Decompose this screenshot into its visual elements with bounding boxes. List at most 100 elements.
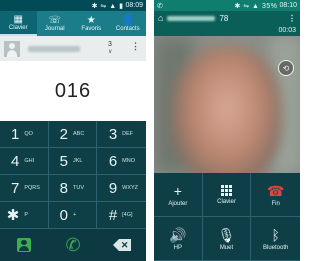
status-bar: ✆ ✱ ⇋ ▲ 35% 08:10 [154, 0, 300, 11]
status-icons: ✱ ⇋ ▲ 35% [234, 2, 277, 10]
more-options-icon[interactable]: ⋮ [131, 41, 140, 52]
key-8[interactable]: 8 TUV [48, 175, 98, 202]
key-digit: # [108, 206, 118, 224]
key-6[interactable]: 6 MNO [97, 148, 146, 175]
button-label: Muet [219, 244, 234, 251]
key-letters: TUV [72, 185, 84, 191]
call-indicator-icon: ✆ [157, 2, 163, 10]
status-bar: ✱ ⇋ ▲ ▮ 08:09 [0, 0, 146, 11]
key-3[interactable]: 3 DEF [97, 121, 146, 148]
end-call-icon: ☎ [266, 182, 285, 199]
home-icon: ⌂ [158, 13, 164, 23]
caller-header: ⌂ 78 ⋮ [154, 11, 300, 25]
button-label: Clavier [217, 198, 236, 205]
key-digit: 8 [59, 179, 68, 197]
mute-button[interactable]: 🎙 Muet [202, 217, 252, 261]
bluetooth-button[interactable]: ᛒ Bluetooth [251, 217, 300, 261]
delete-button[interactable]: ✕ [97, 229, 146, 261]
video-feed: ⟲ [154, 36, 300, 173]
key-letters: JKL [72, 158, 83, 164]
key-letters: ABC [72, 131, 85, 137]
caller-number-suffix: 78 [219, 13, 229, 23]
more-options-icon[interactable]: ⋮ [288, 14, 296, 23]
key-digit: 5 [59, 152, 68, 170]
key-letters: WXYZ [122, 185, 139, 191]
voicemail-icon: QO [24, 131, 33, 137]
redacted-caller-name [167, 15, 216, 21]
key-letters: MNO [122, 158, 135, 164]
add-call-button[interactable]: + Ajouter [154, 173, 203, 217]
button-label: Ajouter [168, 200, 188, 207]
key-5[interactable]: 5 JKL [48, 148, 98, 175]
status-icons: ✱ ⇋ ▲ ▮ [91, 2, 124, 10]
key-digit: 0 [59, 206, 68, 224]
backspace-icon [112, 239, 119, 251]
key-letters: DEF [122, 131, 134, 137]
status-time: 08:10 [279, 2, 297, 9]
tab-label: Journal [44, 26, 65, 32]
key-letters: P [24, 212, 28, 218]
button-label: Fin [271, 200, 280, 207]
key-digit: 7 [10, 179, 20, 197]
match-count: 3 [108, 41, 112, 48]
star-icon: ★ [86, 15, 96, 26]
key-2[interactable]: 2 ABC [48, 121, 98, 148]
keypad-button[interactable]: Clavier [202, 173, 252, 217]
tab-label: Clavier [8, 25, 28, 31]
call-timer: 00:03 [278, 26, 296, 34]
key-letters: PQRS [24, 185, 40, 191]
call-controls: + Ajouter Clavier ☎ Fin 🔊 HP 🎙 Muet ᛒ Bl… [154, 173, 300, 261]
call-button[interactable]: ✆ [49, 229, 98, 261]
button-label: HP [173, 244, 182, 251]
speaker-icon: 🔊 [169, 226, 187, 243]
person-icon: 👤 [121, 15, 134, 26]
timer-row: 00:03 [154, 25, 300, 35]
key-7[interactable]: 7 PQRS [0, 175, 49, 202]
key-star[interactable]: ✱ P [0, 202, 49, 229]
key-letters: + [72, 212, 77, 218]
blurred-face [172, 46, 282, 173]
bluetooth-icon: ᛒ [271, 226, 280, 243]
key-digit: 6 [108, 152, 118, 170]
keypad-icon: ▦ [13, 14, 23, 25]
key-9[interactable]: 9 WXYZ [97, 175, 146, 202]
tab-bar: ▦ Clavier ☏ Journal ★ Favoris 👤 Contacts [0, 11, 146, 36]
status-time: 08:09 [125, 2, 143, 9]
key-letters: [4G] [122, 212, 133, 218]
mute-icon: 🎙 [217, 226, 236, 243]
key-digit: ✱ [6, 207, 20, 224]
key-digit: 4 [10, 152, 20, 170]
dialer-actions: ✆ ✕ [0, 229, 146, 261]
delete-glyph: ✕ [118, 239, 131, 251]
tab-label: Favoris [81, 26, 102, 32]
tab-clavier[interactable]: ▦ Clavier [0, 11, 37, 36]
tab-favoris[interactable]: ★ Favoris [73, 11, 110, 36]
phone-icon: ✆ [65, 234, 81, 255]
dial-keypad: 1 QO 2 ABC 3 DEF 4 GHI 5 JKL 6 MNO 7 PQRS 8 TUV … [0, 121, 146, 229]
switch-camera-icon: ⟲ [282, 63, 290, 73]
end-call-button[interactable]: ☎ Fin [251, 173, 300, 217]
keypad-icon [220, 184, 232, 196]
dialed-number: 016 [0, 61, 146, 121]
switch-camera-button[interactable]: ⟲ [278, 60, 294, 76]
battery-percent: 35% [261, 2, 278, 10]
key-hash[interactable]: # [4G] [97, 202, 146, 229]
key-digit: 9 [108, 179, 118, 197]
key-digit: 2 [59, 125, 68, 143]
key-1[interactable]: 1 QO [0, 121, 49, 148]
call-log-icon: ☏ [48, 15, 61, 26]
avatar [4, 40, 20, 57]
key-4[interactable]: 4 GHI [0, 148, 49, 175]
add-contact-icon [17, 238, 32, 252]
tab-label: Contacts [115, 26, 140, 32]
key-0[interactable]: 0 + [48, 202, 98, 229]
plus-icon: + [173, 182, 182, 199]
tab-journal[interactable]: ☏ Journal [37, 11, 74, 36]
key-digit: 3 [108, 125, 118, 143]
add-contact-button[interactable] [0, 229, 49, 261]
key-letters: GHI [24, 158, 35, 164]
speaker-button[interactable]: 🔊 HP [154, 217, 203, 261]
contact-suggestion[interactable]: 3 ∨ ⋮ [0, 36, 146, 61]
tab-contacts[interactable]: 👤 Contacts [110, 11, 147, 36]
chevron-down-icon[interactable]: ∨ [108, 48, 112, 55]
